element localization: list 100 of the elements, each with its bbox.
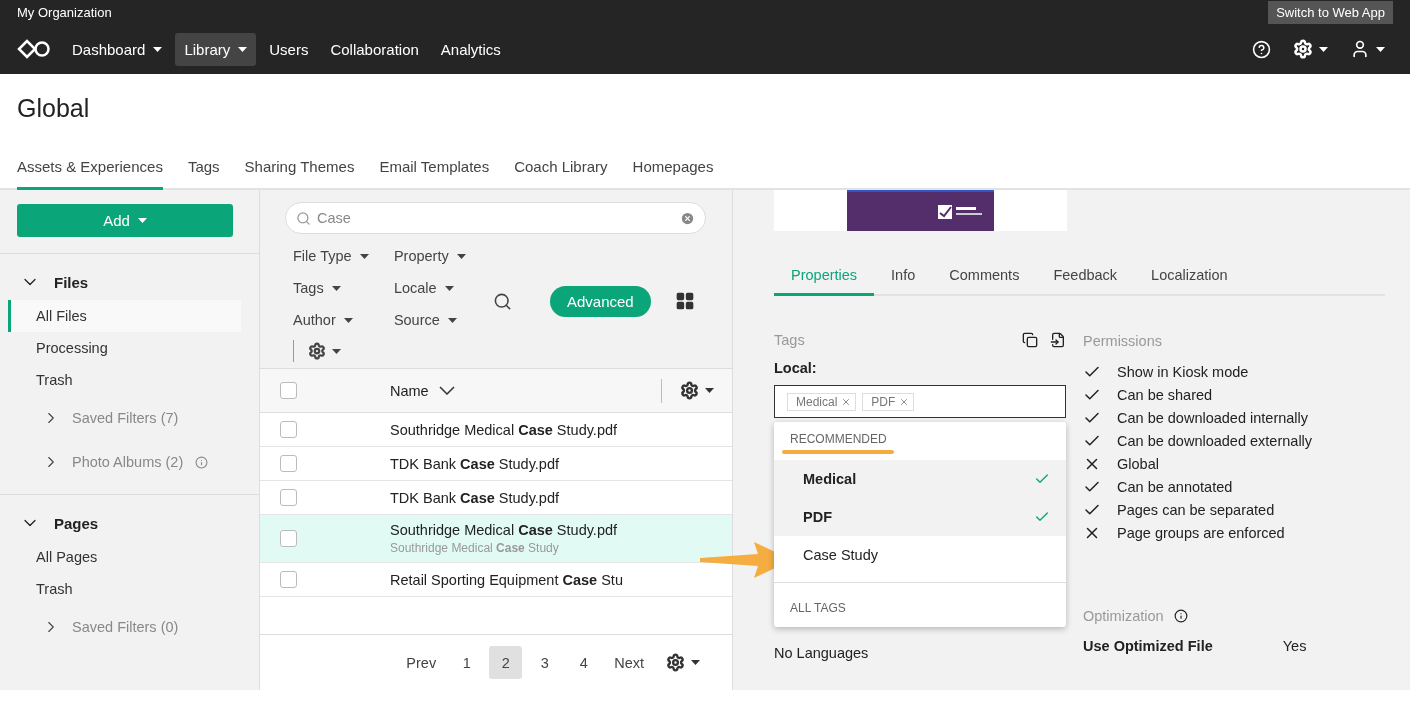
optimization-value: Yes <box>1282 638 1307 654</box>
info-icon <box>1173 609 1188 623</box>
detail-tab[interactable]: Localization <box>1134 267 1245 296</box>
tag-chip[interactable]: Medical <box>787 392 857 411</box>
file-name: Southridge Medical Case Study.pdf <box>390 522 618 538</box>
all-tags-heading: ALL TAGS <box>774 582 1066 627</box>
permission-label: Can be downloaded externally <box>1117 433 1313 449</box>
row-checkbox[interactable] <box>280 421 297 438</box>
nav-menu-item[interactable]: Users <box>260 32 318 66</box>
next-page-button[interactable]: Next <box>606 646 652 679</box>
page-number-button[interactable]: 3 <box>528 646 562 679</box>
settings-menu-button[interactable] <box>1293 39 1328 59</box>
file-name: Retail Sporting Equipment Case Stu <box>390 571 623 588</box>
filter-dropdown[interactable]: File Type <box>285 240 378 272</box>
tag-option[interactable]: Case Study <box>774 536 1066 574</box>
permission-label: Show in Kiosk mode <box>1117 364 1249 380</box>
file-title: Southridge Medical Case Study <box>390 541 560 555</box>
filter-dropdown[interactable]: Author <box>285 304 378 336</box>
section-tab[interactable]: Tags <box>187 158 220 190</box>
caret-icon <box>1319 46 1328 52</box>
caret-icon <box>331 285 341 291</box>
grid-view-icon[interactable] <box>674 291 695 311</box>
sidebar-item[interactable]: Trash <box>8 573 241 605</box>
remove-icon[interactable] <box>899 396 910 407</box>
languages-value: No Languages <box>774 645 870 661</box>
recommended-heading: RECOMMENDED <box>789 431 888 446</box>
caret-icon <box>343 317 353 323</box>
caret-icon <box>444 285 454 291</box>
filter-dropdown[interactable]: Locale <box>385 272 475 304</box>
detail-tab[interactable]: Comments <box>932 267 1037 296</box>
caret-icon <box>1376 46 1385 52</box>
tag-chip[interactable]: PDF <box>862 392 915 411</box>
page-number-button[interactable]: 4 <box>567 646 601 679</box>
file-import-icon[interactable] <box>1050 332 1066 348</box>
detail-tab[interactable]: Info <box>874 267 933 296</box>
section-tab[interactable]: Homepages <box>632 158 714 190</box>
row-checkbox[interactable] <box>280 530 297 547</box>
row-checkbox[interactable] <box>280 489 297 506</box>
filter-dropdown[interactable]: Tags <box>285 272 378 304</box>
caret-icon <box>137 218 147 223</box>
permissions-heading: Permissions <box>1083 333 1162 349</box>
prev-page-button[interactable]: Prev <box>398 646 445 679</box>
search-field[interactable]: Case <box>285 202 706 234</box>
select-all-checkbox[interactable] <box>280 382 297 399</box>
section-header[interactable]: Pages <box>0 505 119 541</box>
logo-icon[interactable] <box>17 39 51 59</box>
row-checkbox[interactable] <box>280 455 297 472</box>
nav-menu-item[interactable]: Dashboard <box>63 32 172 66</box>
page-title: Global <box>17 94 91 123</box>
nav-menu-item[interactable]: Analytics <box>431 32 510 66</box>
clear-icon[interactable] <box>680 210 695 226</box>
switch-app-button[interactable]: Switch to Web App <box>1268 1 1393 24</box>
nav-menu-item[interactable]: Library <box>175 32 257 66</box>
tags-heading: Tags <box>774 332 805 348</box>
permission-label: Can be shared <box>1117 387 1213 403</box>
section-tab[interactable]: Sharing Themes <box>244 158 355 190</box>
search-icon[interactable] <box>493 291 512 311</box>
section-tab[interactable]: Email Templates <box>379 158 490 190</box>
sidebar-item[interactable]: All Pages <box>8 541 241 573</box>
info-icon <box>195 455 209 469</box>
remove-icon[interactable] <box>841 396 852 407</box>
row-checkbox[interactable] <box>280 571 297 588</box>
permission-label: Page groups are enforced <box>1117 525 1285 541</box>
sidebar-item[interactable]: Processing <box>8 332 241 364</box>
caret-icon <box>359 253 369 259</box>
file-row[interactable]: Southridge Medical Case Study.pdf Southridge Medical Case Study <box>260 515 732 563</box>
caret-icon <box>456 253 466 259</box>
page-number-button[interactable]: 2 <box>489 646 523 679</box>
tag-option[interactable]: Medical <box>774 460 1066 498</box>
gear-icon <box>308 342 326 360</box>
nav-menu-item[interactable]: Collaboration <box>321 32 428 66</box>
filter-dropdown[interactable]: Property <box>385 240 475 272</box>
section-tab[interactable]: Coach Library <box>514 158 608 190</box>
column-header[interactable]: Name <box>390 382 455 399</box>
caret-icon <box>705 388 714 393</box>
organization-name: My Organization <box>17 4 112 20</box>
caret-icon <box>447 317 457 323</box>
section-header[interactable]: Files <box>0 264 109 300</box>
permission-label: Pages can be separated <box>1117 502 1275 518</box>
gear-icon <box>680 381 699 400</box>
copy-icon[interactable] <box>1022 332 1038 348</box>
gear-icon <box>666 653 685 672</box>
tags-input-field[interactable]: Medical PDF <box>774 385 1066 418</box>
detail-tab[interactable]: Feedback <box>1036 267 1135 296</box>
file-name: TDK Bank Case Study.pdf <box>390 489 559 506</box>
sidebar-item[interactable]: Trash <box>8 364 241 396</box>
caret-icon <box>238 46 248 52</box>
gear-icon <box>1293 39 1313 59</box>
page-number-button[interactable]: 1 <box>450 646 484 679</box>
tag-option[interactable]: PDF <box>774 498 1066 536</box>
permission-label: Can be annotated <box>1117 479 1233 495</box>
search-icon <box>296 210 311 226</box>
settings-menu-button[interactable] <box>680 381 714 400</box>
chevron-down-icon <box>438 386 455 395</box>
settings-menu-button[interactable] <box>666 653 700 672</box>
user-menu-button[interactable] <box>1350 39 1385 59</box>
optimization-heading: Optimization <box>1083 608 1164 624</box>
help-icon[interactable] <box>1252 39 1271 59</box>
sidebar-item[interactable]: All Files <box>8 300 241 332</box>
filter-dropdown[interactable]: Source <box>385 304 475 336</box>
